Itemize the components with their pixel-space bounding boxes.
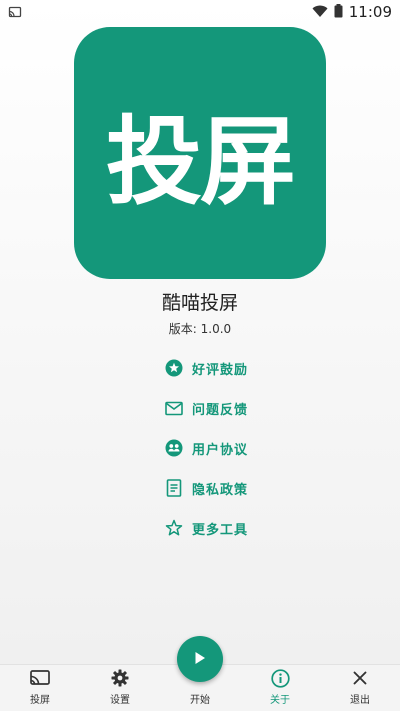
tab-label: 关于 — [270, 695, 290, 706]
menu-item-label: 更多工具 — [192, 522, 249, 538]
mail-icon — [164, 398, 184, 418]
star-badge-icon — [164, 358, 184, 378]
tab-label: 退出 — [350, 695, 370, 706]
about-menu: 好评鼓励 问题反馈 用户协议 隐私政策 更多工具 — [164, 348, 304, 548]
wifi-icon — [312, 3, 328, 22]
gear-icon — [111, 667, 129, 689]
version-label: 版本: 1.0.0 — [168, 322, 232, 336]
tab-settings[interactable]: 设置 — [80, 665, 160, 711]
start-fab-button[interactable] — [177, 636, 223, 682]
close-icon — [353, 667, 367, 689]
app-logo: 投屏 — [74, 27, 326, 279]
menu-item-more-tools[interactable]: 更多工具 — [164, 508, 304, 548]
menu-item-label: 问题反馈 — [192, 402, 249, 418]
menu-item-label: 用户协议 — [192, 442, 249, 458]
tab-label: 投屏 — [30, 695, 50, 706]
menu-item-user-agreement[interactable]: 用户协议 — [164, 428, 304, 468]
star-outline-icon — [164, 518, 184, 538]
logo-text: 投屏 — [106, 105, 296, 218]
cast-icon — [30, 667, 50, 689]
menu-item-label: 隐私政策 — [192, 482, 249, 498]
menu-item-feedback[interactable]: 问题反馈 — [164, 388, 304, 428]
tab-exit[interactable]: 退出 — [320, 665, 400, 711]
tab-about[interactable]: 关于 — [240, 665, 320, 711]
tab-label: 设置 — [110, 695, 130, 706]
document-icon — [164, 478, 184, 498]
app-name: 酷喵投屏 — [161, 292, 238, 314]
cast-status-icon — [8, 3, 22, 22]
menu-item-privacy-policy[interactable]: 隐私政策 — [164, 468, 304, 508]
menu-item-label: 好评鼓励 — [192, 362, 249, 378]
battery-icon — [334, 3, 343, 22]
menu-item-rate[interactable]: 好评鼓励 — [164, 348, 304, 388]
tab-cast[interactable]: 投屏 — [0, 665, 80, 711]
status-time: 11:09 — [348, 3, 392, 21]
users-icon — [164, 438, 184, 458]
tab-label: 开始 — [190, 695, 210, 706]
play-icon — [194, 650, 206, 669]
status-bar: 11:09 — [0, 0, 400, 24]
info-icon — [270, 667, 290, 689]
